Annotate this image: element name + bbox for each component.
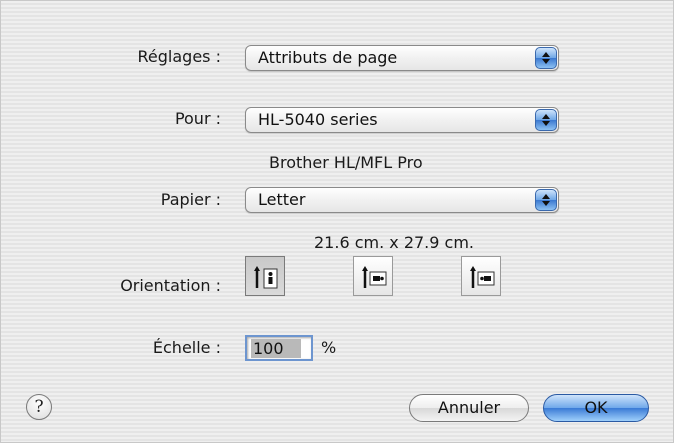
help-button[interactable]: ? [26,394,52,420]
paper-popup[interactable]: Letter [245,187,559,213]
orientation-portrait-button[interactable] [245,256,285,296]
paper-label: Papier : [160,190,221,209]
format-for-label: Pour : [174,109,221,128]
landscape-left-orientation-icon [362,266,387,288]
landscape-right-orientation-icon [470,266,495,288]
settings-popup[interactable]: Attributs de page [245,45,559,71]
popup-arrows-icon [535,109,557,131]
ok-button[interactable]: OK [543,394,649,422]
orientation-label: Orientation : [120,276,221,295]
scale-label: Échelle : [152,338,221,357]
cancel-button[interactable]: Annuler [409,394,529,422]
help-icon: ? [34,397,44,417]
page-setup-dialog: Réglages : Attributs de page Pour : HL-5… [0,0,674,443]
format-for-popup[interactable]: HL-5040 series [245,107,559,133]
paper-value: Letter [258,190,306,209]
popup-arrows-icon [535,47,557,69]
scale-input[interactable]: 100 [245,335,313,361]
popup-arrows-icon [535,189,557,211]
printer-driver-text: Brother HL/MFL Pro [269,153,423,172]
scale-value: 100 [251,339,301,358]
settings-label: Réglages : [137,47,221,66]
format-for-value: HL-5040 series [258,110,378,129]
scale-unit: % [321,338,337,357]
portrait-orientation-icon [254,266,278,289]
paper-dimensions-text: 21.6 cm. x 27.9 cm. [314,233,474,252]
settings-value: Attributs de page [258,48,398,67]
orientation-landscape-right-button[interactable] [461,256,501,296]
orientation-landscape-left-button[interactable] [353,256,393,296]
